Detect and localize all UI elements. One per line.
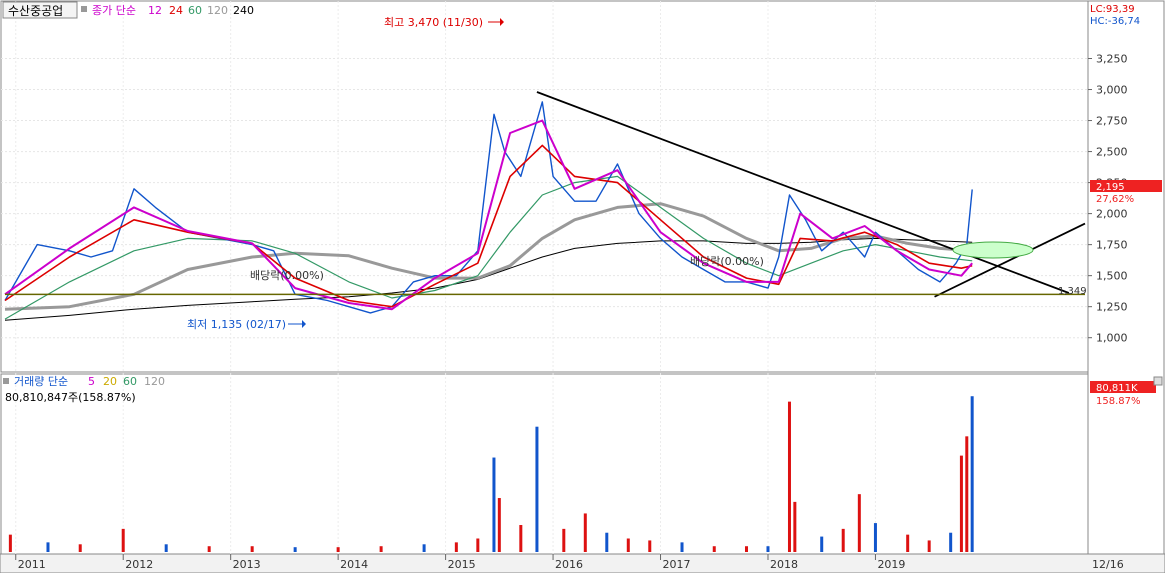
x-tick-label: 2012 <box>125 558 153 571</box>
volume-bar <box>250 546 254 552</box>
volume-bar <box>949 532 953 552</box>
price-tick-label: 1,750 <box>1096 239 1128 252</box>
price-tick-label: 2,000 <box>1096 208 1128 221</box>
dividend-annotation-1: 배당락(0.00%) <box>250 269 324 282</box>
price-tick-label: 2,750 <box>1096 115 1128 128</box>
volume-bar <box>857 494 861 552</box>
price-tick-label: 3,000 <box>1096 84 1128 97</box>
volume-bar <box>793 501 797 552</box>
volume-bar <box>535 426 539 552</box>
x-tick-label: 2011 <box>18 558 46 571</box>
volume-panel-close-button[interactable] <box>1153 376 1163 386</box>
volume-bar <box>492 457 496 552</box>
volume-bar <box>497 498 501 552</box>
current-volume-change: 158.87% <box>1096 396 1141 407</box>
volume-bar <box>8 534 12 552</box>
low-annotation: 최저 1,135 (02/17) <box>187 318 286 331</box>
price-legend-label: 종가 단순 <box>92 4 136 17</box>
x-tick-label: 2016 <box>555 558 583 571</box>
volume-bar <box>379 546 383 552</box>
volume-bar <box>970 396 974 552</box>
stock-name[interactable]: 수산중공업 <box>8 4 63 18</box>
volume-bar <box>476 538 480 552</box>
highlight-ellipse[interactable] <box>952 241 1034 259</box>
volume-bar <box>626 538 630 552</box>
volume-bar <box>873 523 877 552</box>
volume-bar <box>164 544 168 552</box>
x-tick-label: 2014 <box>340 558 368 571</box>
volume-legend-label: 거래량 단순 <box>14 375 68 388</box>
volume-bar <box>680 542 684 552</box>
volume-bar <box>965 436 969 552</box>
volume-bar <box>422 544 426 552</box>
price-panel <box>0 0 1089 373</box>
legend-marker <box>81 6 87 12</box>
x-tick-label: 2017 <box>663 558 691 571</box>
volume-bar <box>927 540 931 552</box>
volume-bar <box>78 544 82 552</box>
volume-bar <box>293 547 297 552</box>
price-tick-label: 2,500 <box>1096 146 1128 159</box>
high-annotation: 최고 3,470 (11/30) <box>384 16 483 29</box>
volume-bar <box>744 546 748 552</box>
x-tick-label: 12/16 <box>1092 558 1124 571</box>
volume-bar <box>841 528 845 552</box>
volume-legend-marker <box>3 378 9 384</box>
legend-ma240: 240 <box>233 4 254 17</box>
chart-canvas[interactable]: 1,0001,2501,5001,7502,0002,2502,5002,750… <box>0 0 1165 573</box>
volume-bar <box>519 525 523 552</box>
dividend-annotation-2: 배당락(0.00%) <box>690 255 764 268</box>
volume-bar <box>766 546 770 552</box>
current-price: 2,195 <box>1096 182 1125 193</box>
lc-readout: LC:93,39 <box>1090 4 1135 15</box>
legend-ma24: 24 <box>169 4 183 17</box>
stock-chart-window: 1,0001,2501,5001,7502,0002,2502,5002,750… <box>0 0 1165 573</box>
volume-info: 80,810,847주(158.87%) <box>5 391 136 404</box>
x-tick-label: 2013 <box>233 558 261 571</box>
volume-ma60: 60 <box>123 375 137 388</box>
volume-ma120: 120 <box>144 375 165 388</box>
volume-bar <box>562 528 566 552</box>
legend-ma60: 60 <box>188 4 202 17</box>
x-tick-label: 2015 <box>448 558 476 571</box>
current-volume: 80,811K <box>1096 383 1138 394</box>
volume-bar <box>648 540 652 552</box>
price-tick-label: 1,000 <box>1096 332 1128 345</box>
price-tick-label: 1,250 <box>1096 301 1128 314</box>
volume-bar <box>820 536 824 552</box>
hc-readout: HC:-36,74 <box>1090 16 1140 27</box>
volume-bar <box>46 542 50 552</box>
volume-bar <box>605 532 609 552</box>
support-value: 1,349 <box>1058 286 1087 297</box>
price-tick-label: 1,500 <box>1096 270 1128 283</box>
volume-bar <box>121 528 125 552</box>
volume-ma5: 5 <box>88 375 95 388</box>
x-tick-label: 2019 <box>877 558 905 571</box>
volume-panel <box>0 373 1089 555</box>
volume-bar <box>207 546 211 552</box>
volume-bar <box>787 401 791 552</box>
price-tick-label: 3,250 <box>1096 53 1128 66</box>
volume-bar <box>454 542 458 552</box>
legend-ma120: 120 <box>207 4 228 17</box>
volume-bar <box>906 534 910 552</box>
legend-ma12: 12 <box>148 4 162 17</box>
volume-bar <box>583 513 587 552</box>
x-tick-label: 2018 <box>770 558 798 571</box>
volume-ma20: 20 <box>103 375 117 388</box>
volume-bar <box>959 455 963 552</box>
current-price-change: 27,62% <box>1096 194 1134 205</box>
volume-bar <box>712 546 716 552</box>
volume-bar <box>336 547 340 552</box>
